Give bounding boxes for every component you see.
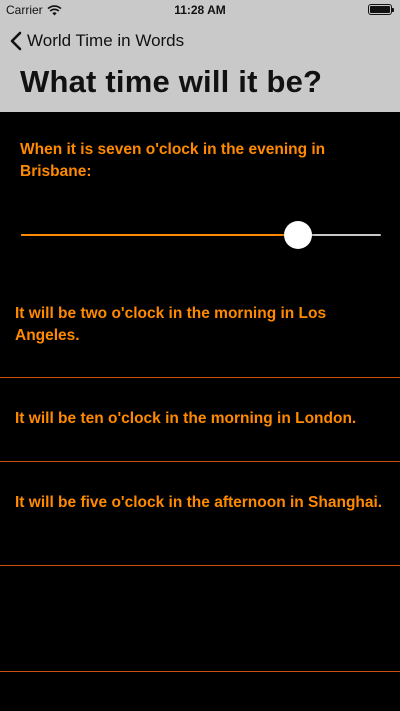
divider: [0, 671, 400, 672]
prompt-text: When it is seven o'clock in the evening …: [20, 141, 326, 180]
result-london: It will be ten o'clock in the morning in…: [15, 410, 357, 427]
status-bar: Carrier 11:28 AM: [0, 0, 400, 20]
divider: [0, 565, 400, 566]
slider-thumb[interactable]: [284, 221, 313, 249]
result-shanghai: It will be five o'clock in the afternoon…: [15, 494, 383, 511]
back-button[interactable]: World Time in Words: [10, 30, 184, 52]
divider: [0, 461, 400, 462]
page-title: What time will it be?: [20, 64, 323, 99]
back-button-label: World Time in Words: [27, 31, 185, 50]
result-los-angeles: It will be two o'clock in the morning in…: [15, 305, 327, 344]
header: Carrier 11:28 AM World Time in Words Wha…: [0, 0, 400, 112]
slider-fill: [21, 234, 299, 236]
status-time: 11:28 AM: [174, 3, 226, 17]
time-slider[interactable]: [21, 219, 381, 251]
divider: [0, 377, 400, 378]
battery-icon: [368, 4, 394, 15]
chevron-left-icon: [10, 31, 22, 51]
app-screen: Carrier 11:28 AM World Time in Words Wha…: [0, 0, 400, 711]
